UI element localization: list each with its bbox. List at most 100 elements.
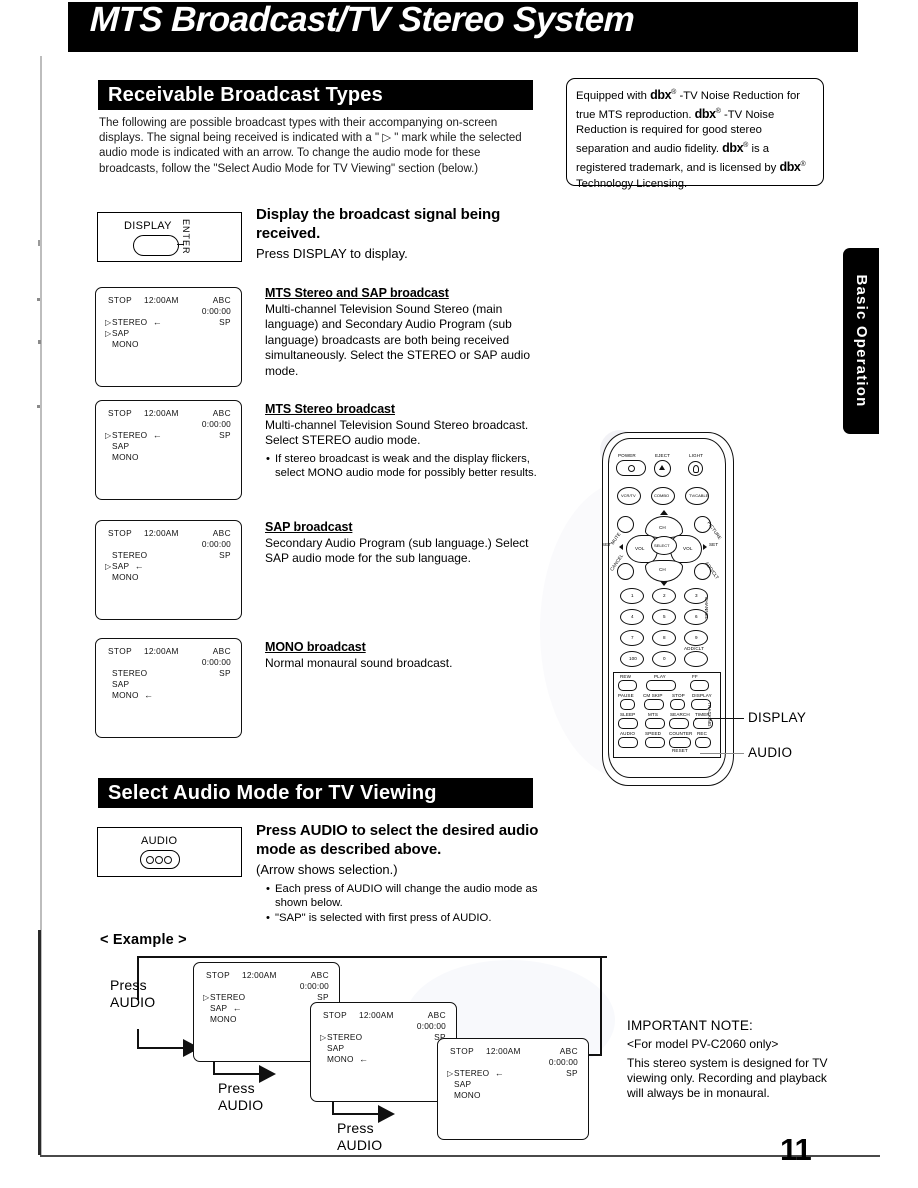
remote-label-tracking-side: TRACKING [707, 702, 712, 727]
dbx-logo-4: dbx [779, 160, 801, 175]
osd-speed: SP [219, 430, 231, 440]
broadcast-body: Multi-channel Television Sound Stereo (m… [265, 302, 531, 378]
remote-mute-button[interactable] [617, 516, 634, 533]
remote-rew-button[interactable] [618, 680, 637, 691]
scan-page-spine [38, 930, 41, 1155]
remote-num-0[interactable]: 0 [652, 651, 676, 667]
remote-tv-cable-button[interactable]: TV/CABLE [685, 487, 709, 505]
dbx-line1-prefix: Equipped with [576, 89, 651, 102]
osd-mode-label: SAP [327, 1043, 345, 1053]
intro-paragraph: The following are possible broadcast typ… [99, 117, 522, 175]
remote-label-1: 1 [631, 593, 634, 598]
osd-speed: SP [219, 668, 231, 678]
remote-combo-button[interactable]: COMBO [651, 487, 675, 505]
osd-mode-label: STEREO [454, 1068, 490, 1078]
remote-label-light: LIGHT [689, 453, 704, 458]
remote-label-rec: REC [697, 731, 707, 736]
osd-mode-row: SAP [105, 441, 129, 451]
osd-selection-arrow-icon: ← [147, 317, 162, 327]
remote-label-rew: REW [620, 674, 632, 679]
osd-clock: 12:00AM [242, 970, 277, 980]
remote-ff-button[interactable] [690, 680, 709, 691]
osd-mode-label: STEREO [112, 317, 148, 327]
osd-status: STOP [108, 295, 133, 305]
osd-channel: ABC [212, 646, 231, 656]
callout-line-audio [700, 753, 744, 755]
osd-mode-row: MONO [447, 1090, 481, 1100]
bullet-text: If stereo broadcast is weak and the disp… [275, 453, 537, 480]
osd-screen: STOP 12:00AM ABC 0:00:00 SP STEREO ▷SAP ← MONO [95, 520, 242, 620]
osd-mode-label: SAP [210, 1003, 228, 1013]
osd-status: STOP [108, 646, 133, 656]
remote-cm-skip-button[interactable] [644, 699, 664, 710]
remote-num-2[interactable]: 2 [652, 588, 676, 604]
page-title: MTS Broadcast/TV Stereo System [89, 0, 635, 39]
enter-key-label: ENTER [181, 219, 191, 255]
remote-rec-button[interactable] [695, 737, 711, 748]
remote-search-button[interactable] [669, 718, 689, 729]
remote-stop-button[interactable] [670, 699, 685, 710]
audio-dot-icon [146, 856, 154, 864]
osd-mode-row: SAP [320, 1043, 344, 1053]
remote-audio-button[interactable] [618, 737, 638, 748]
broadcast-heading: MONO broadcast [265, 640, 366, 654]
remote-label-combo: COMBO [654, 493, 670, 498]
osd-status: STOP [450, 1046, 475, 1056]
osd-clock: 12:00AM [144, 295, 179, 305]
osd-mode-row: ▷SAP ← [105, 561, 144, 571]
remote-pause-button[interactable] [620, 699, 635, 710]
remote-mts-button[interactable] [645, 718, 665, 729]
remote-select-button[interactable]: SELECT [651, 536, 677, 555]
remote-num-7[interactable]: 7 [620, 630, 644, 646]
remote-speed-button[interactable] [645, 737, 665, 748]
callout-label-display: DISPLAY [748, 710, 807, 725]
osd-speed: SP [317, 992, 329, 1002]
remote-num-8[interactable]: 8 [652, 630, 676, 646]
osd-mode-row: MONO ← [105, 690, 153, 700]
example-flow-top-line [137, 956, 607, 958]
remote-power-button[interactable] [616, 460, 646, 476]
osd-channel: ABC [427, 1010, 446, 1020]
osd-mode-label: STEREO [327, 1032, 363, 1042]
example-flow-vline-1b [137, 1029, 139, 1048]
remote-num-1[interactable]: 1 [620, 588, 644, 604]
remote-num-9[interactable]: 9 [684, 630, 708, 646]
press-audio-label-3: Press AUDIO [337, 1120, 383, 1153]
osd-mode-row: SAP ← [203, 1003, 242, 1013]
remote-num-100[interactable]: 100 [620, 651, 644, 667]
osd-mode-row: ▷STEREO [320, 1032, 362, 1042]
bullet-dot: • [266, 912, 270, 924]
osd-counter: 0:00:00 [201, 657, 231, 667]
remote-label-vol-right: VOL [683, 546, 693, 551]
example-label: < Example > [100, 932, 187, 948]
osd-counter: 0:00:00 [201, 419, 231, 429]
display-keycap [133, 235, 179, 256]
bullet-text: "SAP" is selected with first press of AU… [275, 912, 492, 924]
osd-mode-row: MONO [105, 572, 139, 582]
display-key-label: DISPLAY [124, 220, 172, 232]
remote-sleep-button[interactable] [618, 718, 638, 729]
remote-light-button[interactable] [688, 461, 703, 476]
section-header-receivable-broadcast-types: Receivable Broadcast Types [98, 80, 533, 110]
important-note-body: This stereo system is designed for TV vi… [627, 1056, 828, 1100]
remote-vcr-tv-button[interactable]: VCR/TV [617, 487, 641, 505]
remote-label-counter: COUNTER [669, 731, 693, 736]
remote-counter-button[interactable] [669, 737, 691, 748]
important-note-model: <For model PV-C2060 only> [627, 1037, 779, 1051]
osd-signal-marker-icon: ▷ [105, 329, 112, 338]
press-audio-label-1: Press AUDIO [110, 977, 156, 1010]
remote-label-set-left: SET [602, 542, 612, 547]
remote-num-5[interactable]: 5 [652, 609, 676, 625]
remote-control-illustration: POWER EJECT LIGHT VCR/TV COMBO TV/CABLE … [596, 432, 742, 790]
remote-cancel-button[interactable] [617, 563, 634, 580]
remote-play-button[interactable] [646, 680, 676, 691]
remote-eject-button[interactable] [654, 460, 671, 477]
osd-status: STOP [108, 408, 133, 418]
osd-clock: 12:00AM [144, 408, 179, 418]
audio-bullet-2: • "SAP" is selected with first press of … [266, 911, 538, 925]
remote-num-4[interactable]: 4 [620, 609, 644, 625]
osd-selection-arrow-icon: ← [129, 561, 144, 571]
osd-speed: SP [566, 1068, 578, 1078]
broadcast-body: Normal monaural sound broadcast. [265, 656, 453, 670]
remote-addclt-key-button[interactable] [684, 651, 708, 667]
